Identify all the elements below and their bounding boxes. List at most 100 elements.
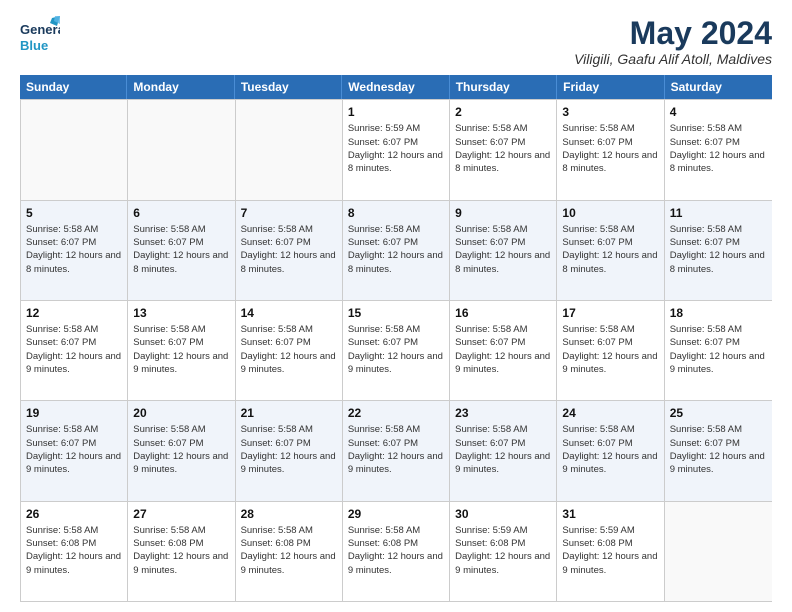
day-info-22: Sunrise: 5:58 AM Sunset: 6:07 PM Dayligh… bbox=[348, 423, 444, 476]
week-row-3: 12 Sunrise: 5:58 AM Sunset: 6:07 PM Dayli… bbox=[21, 301, 772, 401]
day-info-31: Sunrise: 5:59 AM Sunset: 6:08 PM Dayligh… bbox=[562, 524, 658, 577]
day-19: 19 Sunrise: 5:58 AM Sunset: 6:07 PM Dayli… bbox=[21, 401, 128, 500]
day-number-5: 5 bbox=[26, 205, 122, 221]
day-number-14: 14 bbox=[241, 305, 337, 321]
day-14: 14 Sunrise: 5:58 AM Sunset: 6:07 PM Dayli… bbox=[236, 301, 343, 400]
day-2: 2Sunrise: 5:58 AM Sunset: 6:07 PM Daylig… bbox=[450, 100, 557, 199]
day-18: 18 Sunrise: 5:58 AM Sunset: 6:07 PM Dayli… bbox=[665, 301, 772, 400]
title-area: May 2024 Viligili, Gaafu Alif Atoll, Mal… bbox=[574, 16, 772, 67]
day-info-11: Sunrise: 5:58 AM Sunset: 6:07 PM Dayligh… bbox=[670, 223, 767, 276]
svg-text:Blue: Blue bbox=[20, 38, 48, 53]
month-title: May 2024 bbox=[574, 16, 772, 51]
day-info-23: Sunrise: 5:58 AM Sunset: 6:07 PM Dayligh… bbox=[455, 423, 551, 476]
day-info-29: Sunrise: 5:58 AM Sunset: 6:08 PM Dayligh… bbox=[348, 524, 444, 577]
header-day-sunday: Sunday bbox=[20, 75, 127, 99]
header-day-friday: Friday bbox=[557, 75, 664, 99]
day-25: 25Sunrise: 5:58 AM Sunset: 6:07 PM Dayli… bbox=[665, 401, 772, 500]
day-26: 26 Sunrise: 5:58 AM Sunset: 6:08 PM Dayli… bbox=[21, 502, 128, 601]
header-day-wednesday: Wednesday bbox=[342, 75, 449, 99]
day-number-17: 17 bbox=[562, 305, 658, 321]
day-29: 29 Sunrise: 5:58 AM Sunset: 6:08 PM Dayli… bbox=[343, 502, 450, 601]
day-10: 10Sunrise: 5:58 AM Sunset: 6:07 PM Dayli… bbox=[557, 201, 664, 300]
day-info-9: Sunrise: 5:58 AM Sunset: 6:07 PM Dayligh… bbox=[455, 223, 551, 276]
logo: General Blue bbox=[20, 16, 60, 58]
day-number-4: 4 bbox=[670, 104, 767, 120]
day-number-26: 26 bbox=[26, 506, 122, 522]
day-info-8: Sunrise: 5:58 AM Sunset: 6:07 PM Dayligh… bbox=[348, 223, 444, 276]
location: Viligili, Gaafu Alif Atoll, Maldives bbox=[574, 51, 772, 67]
day-number-21: 21 bbox=[241, 405, 337, 421]
day-number-3: 3 bbox=[562, 104, 658, 120]
day-21: 21 Sunrise: 5:58 AM Sunset: 6:07 PM Dayli… bbox=[236, 401, 343, 500]
day-20: 20Sunrise: 5:58 AM Sunset: 6:07 PM Dayli… bbox=[128, 401, 235, 500]
day-info-20: Sunrise: 5:58 AM Sunset: 6:07 PM Dayligh… bbox=[133, 423, 229, 476]
day-number-19: 19 bbox=[26, 405, 122, 421]
day-info-28: Sunrise: 5:58 AM Sunset: 6:08 PM Dayligh… bbox=[241, 524, 337, 577]
day-info-24: Sunrise: 5:58 AM Sunset: 6:07 PM Dayligh… bbox=[562, 423, 658, 476]
header-day-thursday: Thursday bbox=[450, 75, 557, 99]
day-info-30: Sunrise: 5:59 AM Sunset: 6:08 PM Dayligh… bbox=[455, 524, 551, 577]
day-number-27: 27 bbox=[133, 506, 229, 522]
day-number-10: 10 bbox=[562, 205, 658, 221]
day-number-24: 24 bbox=[562, 405, 658, 421]
day-8: 8 Sunrise: 5:58 AM Sunset: 6:07 PM Daylig… bbox=[343, 201, 450, 300]
day-info-12: Sunrise: 5:58 AM Sunset: 6:07 PM Dayligh… bbox=[26, 323, 122, 376]
day-info-26: Sunrise: 5:58 AM Sunset: 6:08 PM Dayligh… bbox=[26, 524, 122, 577]
day-info-13: Sunrise: 5:58 AM Sunset: 6:07 PM Dayligh… bbox=[133, 323, 229, 376]
header-day-monday: Monday bbox=[127, 75, 234, 99]
day-info-18: Sunrise: 5:58 AM Sunset: 6:07 PM Dayligh… bbox=[670, 323, 767, 376]
week-row-2: 5 Sunrise: 5:58 AM Sunset: 6:07 PM Daylig… bbox=[21, 201, 772, 301]
week-row-4: 19 Sunrise: 5:58 AM Sunset: 6:07 PM Dayli… bbox=[21, 401, 772, 501]
day-number-16: 16 bbox=[455, 305, 551, 321]
day-info-15: Sunrise: 5:58 AM Sunset: 6:07 PM Dayligh… bbox=[348, 323, 444, 376]
day-15: 15 Sunrise: 5:58 AM Sunset: 6:07 PM Dayli… bbox=[343, 301, 450, 400]
day-number-30: 30 bbox=[455, 506, 551, 522]
day-3: 3 Sunrise: 5:58 AM Sunset: 6:07 PM Daylig… bbox=[557, 100, 664, 199]
day-number-13: 13 bbox=[133, 305, 229, 321]
page: General Blue May 2024 Viligili, Gaafu Al… bbox=[0, 0, 792, 612]
day-number-15: 15 bbox=[348, 305, 444, 321]
day-number-8: 8 bbox=[348, 205, 444, 221]
week-row-1: 1Sunrise: 5:59 AM Sunset: 6:07 PM Daylig… bbox=[21, 100, 772, 200]
day-info-19: Sunrise: 5:58 AM Sunset: 6:07 PM Dayligh… bbox=[26, 423, 122, 476]
day-number-23: 23 bbox=[455, 405, 551, 421]
day-info-14: Sunrise: 5:58 AM Sunset: 6:07 PM Dayligh… bbox=[241, 323, 337, 376]
day-number-7: 7 bbox=[241, 205, 337, 221]
calendar-body: 1Sunrise: 5:59 AM Sunset: 6:07 PM Daylig… bbox=[20, 99, 772, 602]
day-info-21: Sunrise: 5:58 AM Sunset: 6:07 PM Dayligh… bbox=[241, 423, 337, 476]
day-info-1: Sunrise: 5:59 AM Sunset: 6:07 PM Dayligh… bbox=[348, 122, 444, 175]
empty-cell-0-2 bbox=[236, 100, 343, 199]
day-9: 9 Sunrise: 5:58 AM Sunset: 6:07 PM Daylig… bbox=[450, 201, 557, 300]
day-number-6: 6 bbox=[133, 205, 229, 221]
day-info-6: Sunrise: 5:58 AM Sunset: 6:07 PM Dayligh… bbox=[133, 223, 229, 276]
day-24: 24 Sunrise: 5:58 AM Sunset: 6:07 PM Dayli… bbox=[557, 401, 664, 500]
header: General Blue May 2024 Viligili, Gaafu Al… bbox=[20, 16, 772, 67]
day-info-7: Sunrise: 5:58 AM Sunset: 6:07 PM Dayligh… bbox=[241, 223, 337, 276]
day-12: 12 Sunrise: 5:58 AM Sunset: 6:07 PM Dayli… bbox=[21, 301, 128, 400]
day-info-2: Sunrise: 5:58 AM Sunset: 6:07 PM Dayligh… bbox=[455, 122, 551, 175]
calendar-header: SundayMondayTuesdayWednesdayThursdayFrid… bbox=[20, 75, 772, 99]
week-row-5: 26 Sunrise: 5:58 AM Sunset: 6:08 PM Dayli… bbox=[21, 502, 772, 602]
logo-svg: General Blue bbox=[20, 16, 60, 58]
day-number-12: 12 bbox=[26, 305, 122, 321]
day-1: 1Sunrise: 5:59 AM Sunset: 6:07 PM Daylig… bbox=[343, 100, 450, 199]
day-7: 7 Sunrise: 5:58 AM Sunset: 6:07 PM Daylig… bbox=[236, 201, 343, 300]
day-info-3: Sunrise: 5:58 AM Sunset: 6:07 PM Dayligh… bbox=[562, 122, 658, 175]
day-info-27: Sunrise: 5:58 AM Sunset: 6:08 PM Dayligh… bbox=[133, 524, 229, 577]
day-number-22: 22 bbox=[348, 405, 444, 421]
day-27: 27 Sunrise: 5:58 AM Sunset: 6:08 PM Dayli… bbox=[128, 502, 235, 601]
empty-cell-0-1 bbox=[128, 100, 235, 199]
day-6: 6 Sunrise: 5:58 AM Sunset: 6:07 PM Daylig… bbox=[128, 201, 235, 300]
day-22: 22 Sunrise: 5:58 AM Sunset: 6:07 PM Dayli… bbox=[343, 401, 450, 500]
day-number-29: 29 bbox=[348, 506, 444, 522]
day-number-11: 11 bbox=[670, 205, 767, 221]
day-info-25: Sunrise: 5:58 AM Sunset: 6:07 PM Dayligh… bbox=[670, 423, 767, 476]
day-info-17: Sunrise: 5:58 AM Sunset: 6:07 PM Dayligh… bbox=[562, 323, 658, 376]
day-info-4: Sunrise: 5:58 AM Sunset: 6:07 PM Dayligh… bbox=[670, 122, 767, 175]
day-4: 4 Sunrise: 5:58 AM Sunset: 6:07 PM Daylig… bbox=[665, 100, 772, 199]
calendar: SundayMondayTuesdayWednesdayThursdayFrid… bbox=[20, 75, 772, 602]
day-number-9: 9 bbox=[455, 205, 551, 221]
day-13: 13 Sunrise: 5:58 AM Sunset: 6:07 PM Dayli… bbox=[128, 301, 235, 400]
day-number-18: 18 bbox=[670, 305, 767, 321]
header-day-tuesday: Tuesday bbox=[235, 75, 342, 99]
